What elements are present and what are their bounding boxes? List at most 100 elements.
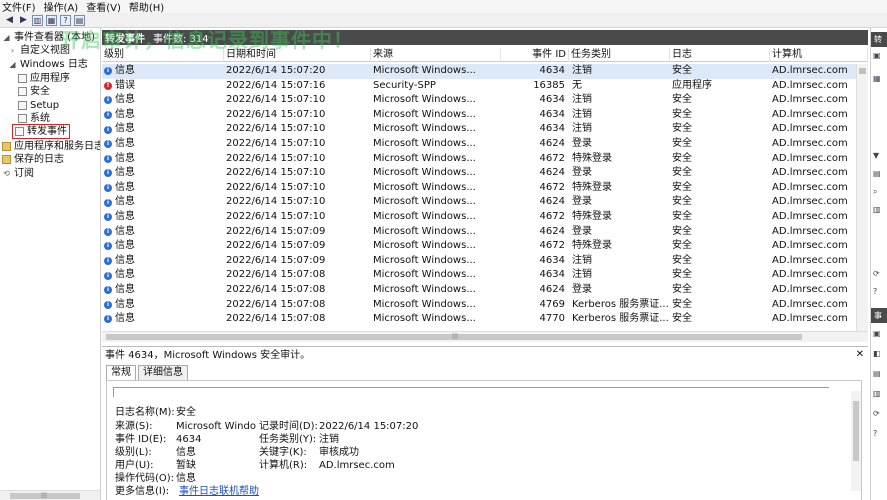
- computer-value: AD.lmrsec.com: [319, 460, 395, 471]
- help-icon[interactable]: ?: [873, 428, 886, 440]
- column-datetime[interactable]: 日期和时间: [224, 48, 371, 62]
- folder-up-icon[interactable]: ▥: [32, 14, 43, 26]
- tree-item-application[interactable]: 应用程序: [18, 72, 70, 85]
- open-log-icon[interactable]: ▣: [873, 50, 886, 62]
- column-level[interactable]: 级别: [102, 48, 224, 62]
- expand-icon[interactable]: ◢: [8, 60, 17, 69]
- refresh-icon[interactable]: ⟳: [873, 408, 886, 420]
- cell-log: 安全: [672, 167, 692, 179]
- tree-item-forwarded-events[interactable]: 转发事件: [12, 124, 70, 139]
- info-icon: i: [104, 125, 112, 134]
- actions-pane: 转 ▣ ▦ ▼ ▤ ⌕ ▥ ⟳ ? 事 ▣ ◧ ▤ ▥ ⟳ ?: [870, 28, 887, 500]
- table-row[interactable]: i 信息 2022/6/14 15:07:10 Microsoft Windows..…: [102, 181, 856, 196]
- save-events-icon[interactable]: ▥: [873, 388, 886, 400]
- save-icon[interactable]: ▥: [873, 204, 886, 216]
- column-event-id[interactable]: 事件 ID: [501, 48, 569, 62]
- cell-level: i 信息: [104, 122, 222, 137]
- tree-item-subscriptions[interactable]: ⟲ 订阅: [2, 167, 34, 180]
- table-row[interactable]: i 信息 2022/6/14 15:07:10 Microsoft Windows..…: [102, 108, 856, 123]
- event-properties-icon[interactable]: ▣: [873, 328, 886, 340]
- attach-task-icon[interactable]: ◧: [873, 348, 886, 360]
- find-icon[interactable]: ⌕: [873, 186, 886, 198]
- description-box[interactable]: [113, 387, 829, 397]
- menu-view[interactable]: 查看(V): [84, 0, 127, 14]
- filter-icon[interactable]: ▼: [873, 150, 886, 162]
- cell-level: i 信息: [104, 152, 222, 167]
- tree-item-apps-services[interactable]: 应用程序和服务日志: [2, 140, 100, 153]
- table-row[interactable]: i 信息 2022/6/14 15:07:08 Microsoft Windows..…: [102, 312, 856, 327]
- grid-vertical-scrollbar[interactable]: [856, 64, 868, 332]
- column-task-category[interactable]: 任务类别: [569, 48, 670, 62]
- table-row[interactable]: i 信息 2022/6/14 15:07:10 Microsoft Windows..…: [102, 93, 856, 108]
- cell-level: i 信息: [104, 166, 222, 181]
- tree-item-security[interactable]: 安全: [18, 85, 50, 98]
- tab-general[interactable]: 常规: [106, 365, 136, 380]
- table-row[interactable]: i 信息 2022/6/14 15:07:09 Microsoft Windows..…: [102, 239, 856, 254]
- info-icon: i: [104, 315, 112, 324]
- grid-horizontal-scrollbar[interactable]: |||: [102, 331, 868, 342]
- table-row[interactable]: i 信息 2022/6/14 15:07:08 Microsoft Windows..…: [102, 298, 856, 313]
- tree-item-saved-logs[interactable]: 保存的日志: [2, 153, 64, 166]
- help-icon[interactable]: ?: [873, 286, 886, 298]
- refresh-icon[interactable]: ⟳: [873, 268, 886, 280]
- table-row[interactable]: i 信息 2022/6/14 15:07:09 Microsoft Windows..…: [102, 225, 856, 240]
- tree-item-root[interactable]: ◢ 事件查看器 (本地): [2, 31, 95, 44]
- column-source[interactable]: 来源: [371, 48, 501, 62]
- forward-icon[interactable]: ▶: [18, 15, 29, 26]
- recorded-value: 2022/6/14 15:07:20: [319, 421, 419, 432]
- create-view-icon[interactable]: ▦: [873, 73, 886, 85]
- column-computer[interactable]: 计算机: [770, 48, 868, 62]
- menu-file[interactable]: 文件(F): [0, 0, 42, 14]
- table-row[interactable]: ! 错误 2022/6/14 15:07:16 Security-SPP 16385 无 应…: [102, 79, 856, 94]
- level-text: 信息: [115, 123, 135, 135]
- table-row[interactable]: i 信息 2022/6/14 15:07:10 Microsoft Windows..…: [102, 152, 856, 167]
- tree-item-setup[interactable]: Setup: [18, 99, 59, 112]
- collapsed-arrow-icon[interactable]: ›: [8, 46, 17, 55]
- cell-level: i 信息: [104, 283, 222, 298]
- cell-id: 4634: [539, 65, 565, 76]
- event-count: 事件数: 314: [153, 34, 209, 45]
- table-row[interactable]: i 信息 2022/6/14 15:07:10 Microsoft Windows..…: [102, 166, 856, 181]
- tree-item-windows-logs[interactable]: ◢ Windows 日志: [8, 58, 87, 71]
- copy-icon[interactable]: ▤: [873, 368, 886, 380]
- table-row[interactable]: i 信息 2022/6/14 15:07:10 Microsoft Windows..…: [102, 122, 856, 137]
- close-icon[interactable]: ✕: [856, 349, 864, 360]
- info-icon: i: [104, 67, 112, 76]
- expand-icon[interactable]: ◢: [2, 33, 11, 42]
- cell-source: Microsoft Windows...: [373, 123, 476, 135]
- detail-vertical-scrollbar[interactable]: [851, 391, 861, 491]
- help-icon[interactable]: ?: [60, 14, 71, 26]
- table-row[interactable]: i 信息 2022/6/14 15:07:08 Microsoft Windows..…: [102, 283, 856, 298]
- scroll-thumb[interactable]: [859, 68, 866, 74]
- table-row[interactable]: i 信息 2022/6/14 15:07:10 Microsoft Windows..…: [102, 210, 856, 225]
- cell-computer: AD.lmrsec.com: [772, 284, 848, 295]
- event-detail-pane: 事件 4634，Microsoft Windows 安全审计。 ✕ 常规 详细信…: [102, 346, 868, 500]
- table-row[interactable]: i 信息 2022/6/14 15:07:09 Microsoft Windows..…: [102, 254, 856, 269]
- menu-help[interactable]: 帮助(H): [127, 0, 170, 14]
- back-icon[interactable]: ◀: [4, 15, 15, 26]
- show-pane-icon[interactable]: ▤: [74, 14, 85, 26]
- properties-icon[interactable]: ▤: [873, 168, 886, 180]
- cell-level: i 信息: [104, 93, 222, 108]
- column-header-row: 级别 日期和时间 来源 事件 ID 任务类别 日志 计算机: [102, 48, 868, 62]
- cell-id: 4624: [539, 284, 565, 295]
- menu-action[interactable]: 操作(A): [42, 0, 85, 14]
- more-info-link[interactable]: 事件日志联机帮助: [179, 485, 259, 498]
- cell-source: Microsoft Windows...: [373, 254, 476, 266]
- table-row[interactable]: i 信息 2022/6/14 15:07:20 Microsoft Windows..…: [102, 64, 856, 79]
- properties-icon[interactable]: ▦: [46, 14, 57, 26]
- cell-log: 安全: [672, 313, 692, 325]
- table-row[interactable]: i 信息 2022/6/14 15:07:10 Microsoft Windows..…: [102, 137, 856, 152]
- cell-source: Microsoft Windows...: [373, 94, 476, 106]
- scroll-thumb[interactable]: [853, 401, 859, 461]
- tree-horizontal-scrollbar[interactable]: |||: [0, 490, 100, 500]
- level-text: 信息: [115, 94, 135, 106]
- tree-item-custom-views[interactable]: › 自定义视图: [8, 44, 70, 57]
- cell-computer: AD.lmrsec.com: [772, 181, 848, 193]
- cell-log: 安全: [672, 65, 692, 76]
- table-row[interactable]: i 信息 2022/6/14 15:07:08 Microsoft Windows..…: [102, 268, 856, 283]
- tab-details[interactable]: 详细信息: [138, 365, 188, 380]
- table-row[interactable]: i 信息 2022/6/14 15:07:10 Microsoft Windows..…: [102, 195, 856, 210]
- column-log[interactable]: 日志: [670, 48, 770, 62]
- cell-level: i 信息: [104, 181, 222, 196]
